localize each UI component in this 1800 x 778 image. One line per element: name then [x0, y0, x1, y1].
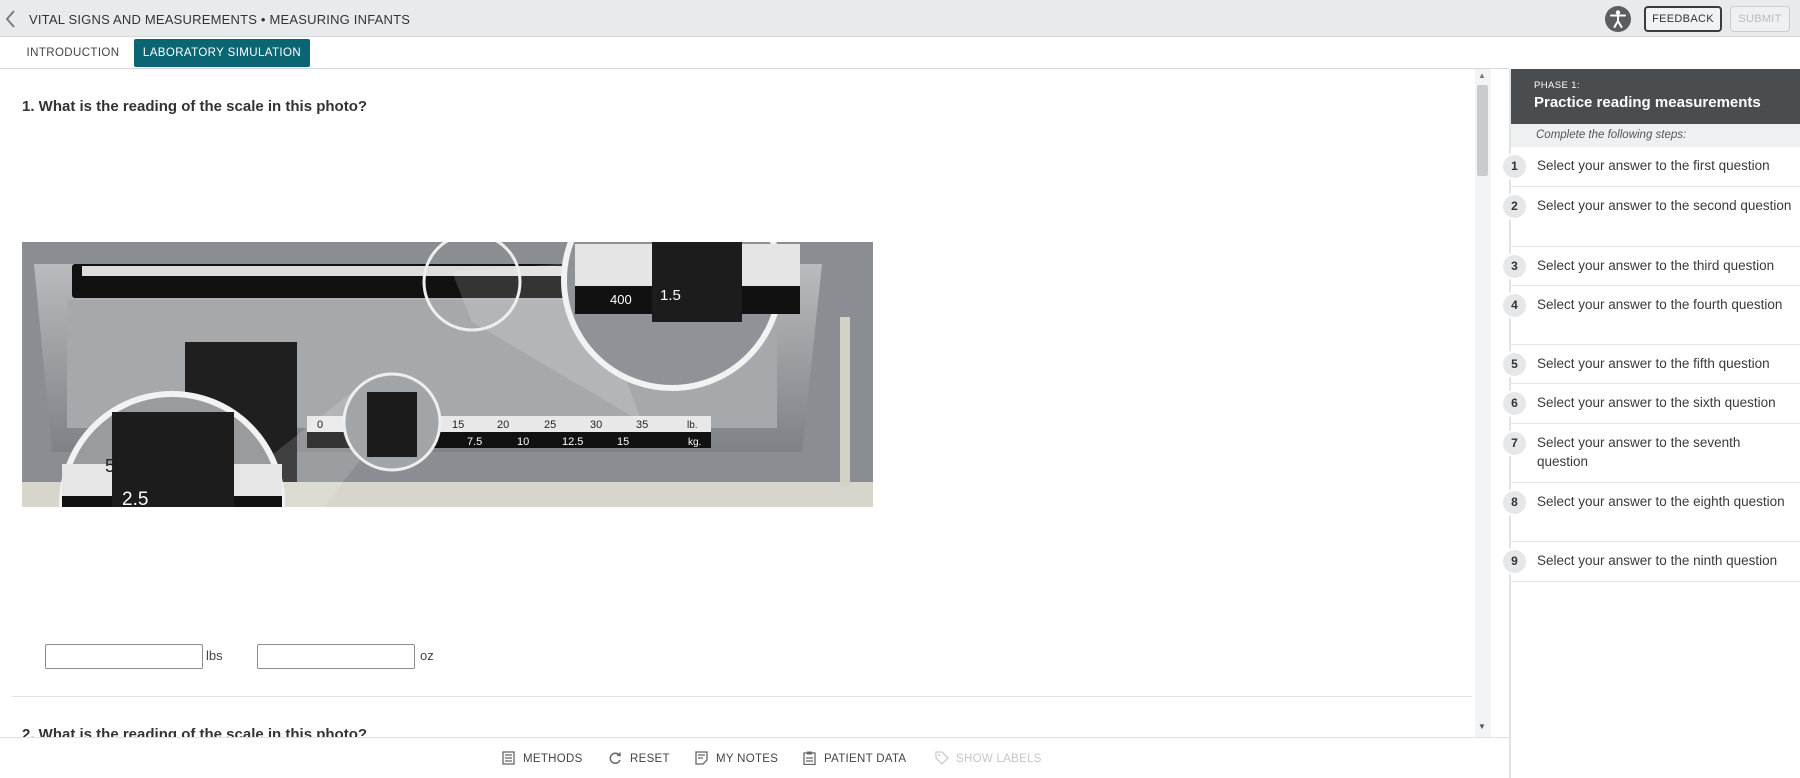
patient-data-label: PATIENT DATA [824, 753, 907, 765]
step-item[interactable]: 8 Select your answer to the eighth quest… [1501, 483, 1800, 542]
scroll-down-arrow-icon[interactable]: ▼ [1478, 722, 1486, 731]
methods-icon [502, 751, 515, 765]
svg-text:15: 15 [452, 419, 464, 431]
my-notes-label: MY NOTES [716, 753, 779, 765]
tab-laboratory-simulation[interactable]: LABORATORY SIMULATION [134, 39, 310, 67]
question-1-text: 1. What is the reading of the scale in t… [22, 98, 368, 115]
step-number: 8 [1501, 489, 1528, 516]
svg-text:7.5: 7.5 [467, 436, 482, 448]
step-item[interactable]: 6 Select your answer to the sixth questi… [1501, 384, 1800, 424]
oz-input[interactable] [257, 644, 415, 669]
step-item[interactable]: 1 Select your answer to the first questi… [1501, 147, 1800, 187]
bottom-toolbar: METHODS RESET MY NOTES PATIENT DATA SHOW… [0, 737, 1509, 778]
reset-button[interactable]: RESET [609, 751, 670, 767]
lower-zoom-kg-2-5: 2.5 [122, 489, 148, 507]
phase-label: PHASE 1: [1534, 80, 1580, 91]
methods-label: METHODS [523, 753, 583, 765]
submit-button[interactable]: SUBMIT [1730, 6, 1790, 32]
step-number: 6 [1501, 390, 1528, 417]
step-text: Select your answer to the sixth question [1537, 395, 1776, 410]
svg-text:30: 30 [590, 419, 602, 431]
step-item[interactable]: 7 Select your answer to the seventh ques… [1501, 424, 1800, 483]
step-number: 2 [1501, 193, 1528, 220]
notes-icon [695, 751, 708, 765]
upper-zoom-label-400: 400 [610, 292, 632, 307]
back-chevron-icon[interactable] [4, 9, 20, 29]
step-number: 9 [1501, 548, 1528, 575]
clipboard-icon [803, 751, 816, 766]
step-text: Select your answer to the fifth question [1537, 356, 1770, 371]
step-text: Select your answer to the second questio… [1537, 198, 1792, 213]
top-bar: VITAL SIGNS AND MEASUREMENTS • MEASURING… [0, 0, 1800, 37]
show-labels-button[interactable]: SHOW LABELS [935, 751, 1042, 767]
main-content: 1. What is the reading of the scale in t… [0, 69, 1492, 737]
step-number: 7 [1501, 430, 1528, 457]
oz-unit-label: oz [420, 648, 434, 663]
tab-introduction[interactable]: INTRODUCTION [18, 39, 128, 67]
svg-text:0: 0 [317, 419, 323, 431]
svg-text:25: 25 [544, 419, 556, 431]
scale-photo: 3 400 1.5 5 2.5 0 15 20 25 30 35 lb. 7.5… [22, 242, 873, 507]
svg-text:kg.: kg. [688, 437, 701, 448]
show-labels-label: SHOW LABELS [956, 753, 1042, 765]
upper-zoom-tick-3: 3 [592, 242, 600, 244]
step-number: 3 [1501, 253, 1528, 280]
step-number: 1 [1501, 153, 1528, 180]
scroll-up-arrow-icon[interactable]: ▲ [1478, 71, 1486, 80]
scrollbar-thumb[interactable] [1477, 85, 1488, 176]
instructions-bar: Complete the following steps: [1511, 124, 1800, 147]
tab-bar: INTRODUCTION LABORATORY SIMULATION [0, 37, 1509, 69]
lbs-unit-label: lbs [206, 648, 223, 663]
svg-text:12.5: 12.5 [562, 436, 583, 448]
tag-icon [935, 751, 949, 765]
page-title: VITAL SIGNS AND MEASUREMENTS • MEASURING… [29, 12, 411, 27]
step-text: Select your answer to the fourth questio… [1537, 297, 1783, 312]
svg-text:15: 15 [617, 436, 629, 448]
step-text: Select your answer to the ninth question [1537, 553, 1778, 568]
reset-label: RESET [630, 753, 670, 765]
my-notes-button[interactable]: MY NOTES [695, 751, 778, 767]
step-number: 4 [1501, 292, 1528, 319]
feedback-button[interactable]: FEEDBACK [1644, 6, 1722, 32]
step-item[interactable]: 3 Select your answer to the third questi… [1501, 247, 1800, 286]
step-item[interactable]: 4 Select your answer to the fourth quest… [1501, 286, 1800, 345]
step-item[interactable]: 2 Select your answer to the second quest… [1501, 187, 1800, 247]
patient-data-button[interactable]: PATIENT DATA [803, 751, 906, 767]
svg-text:35: 35 [636, 419, 648, 431]
question-2-text: 2. What is the reading of the scale in t… [22, 726, 368, 737]
svg-text:lb.: lb. [687, 420, 698, 431]
upper-zoom-label-1-5: 1.5 [660, 287, 681, 304]
step-item[interactable]: 5 Select your answer to the fifth questi… [1501, 345, 1800, 384]
svg-text:20: 20 [497, 419, 509, 431]
instructions-text: Complete the following steps: [1536, 129, 1687, 141]
reset-icon [609, 751, 622, 765]
svg-text:10: 10 [517, 436, 529, 448]
accessibility-icon[interactable] [1605, 6, 1631, 32]
step-text: Select your answer to the first question [1537, 158, 1770, 173]
lower-zoom-lb-5: 5 [105, 456, 115, 476]
methods-button[interactable]: METHODS [502, 751, 583, 767]
step-number: 5 [1501, 351, 1528, 378]
lbs-input[interactable] [45, 644, 203, 669]
steps-panel: PHASE 1: Practice reading measurements C… [1501, 69, 1800, 778]
phase-header: PHASE 1: Practice reading measurements [1511, 69, 1800, 124]
question-divider [12, 696, 1472, 697]
phase-title: Practice reading measurements [1534, 94, 1761, 111]
step-item[interactable]: 9 Select your answer to the ninth questi… [1501, 542, 1800, 582]
step-text: Select your answer to the seventh questi… [1537, 435, 1741, 469]
step-text: Select your answer to the third question [1537, 258, 1775, 273]
step-text: Select your answer to the eighth questio… [1537, 494, 1785, 509]
main-scrollbar[interactable]: ▲ ▼ [1475, 69, 1491, 737]
